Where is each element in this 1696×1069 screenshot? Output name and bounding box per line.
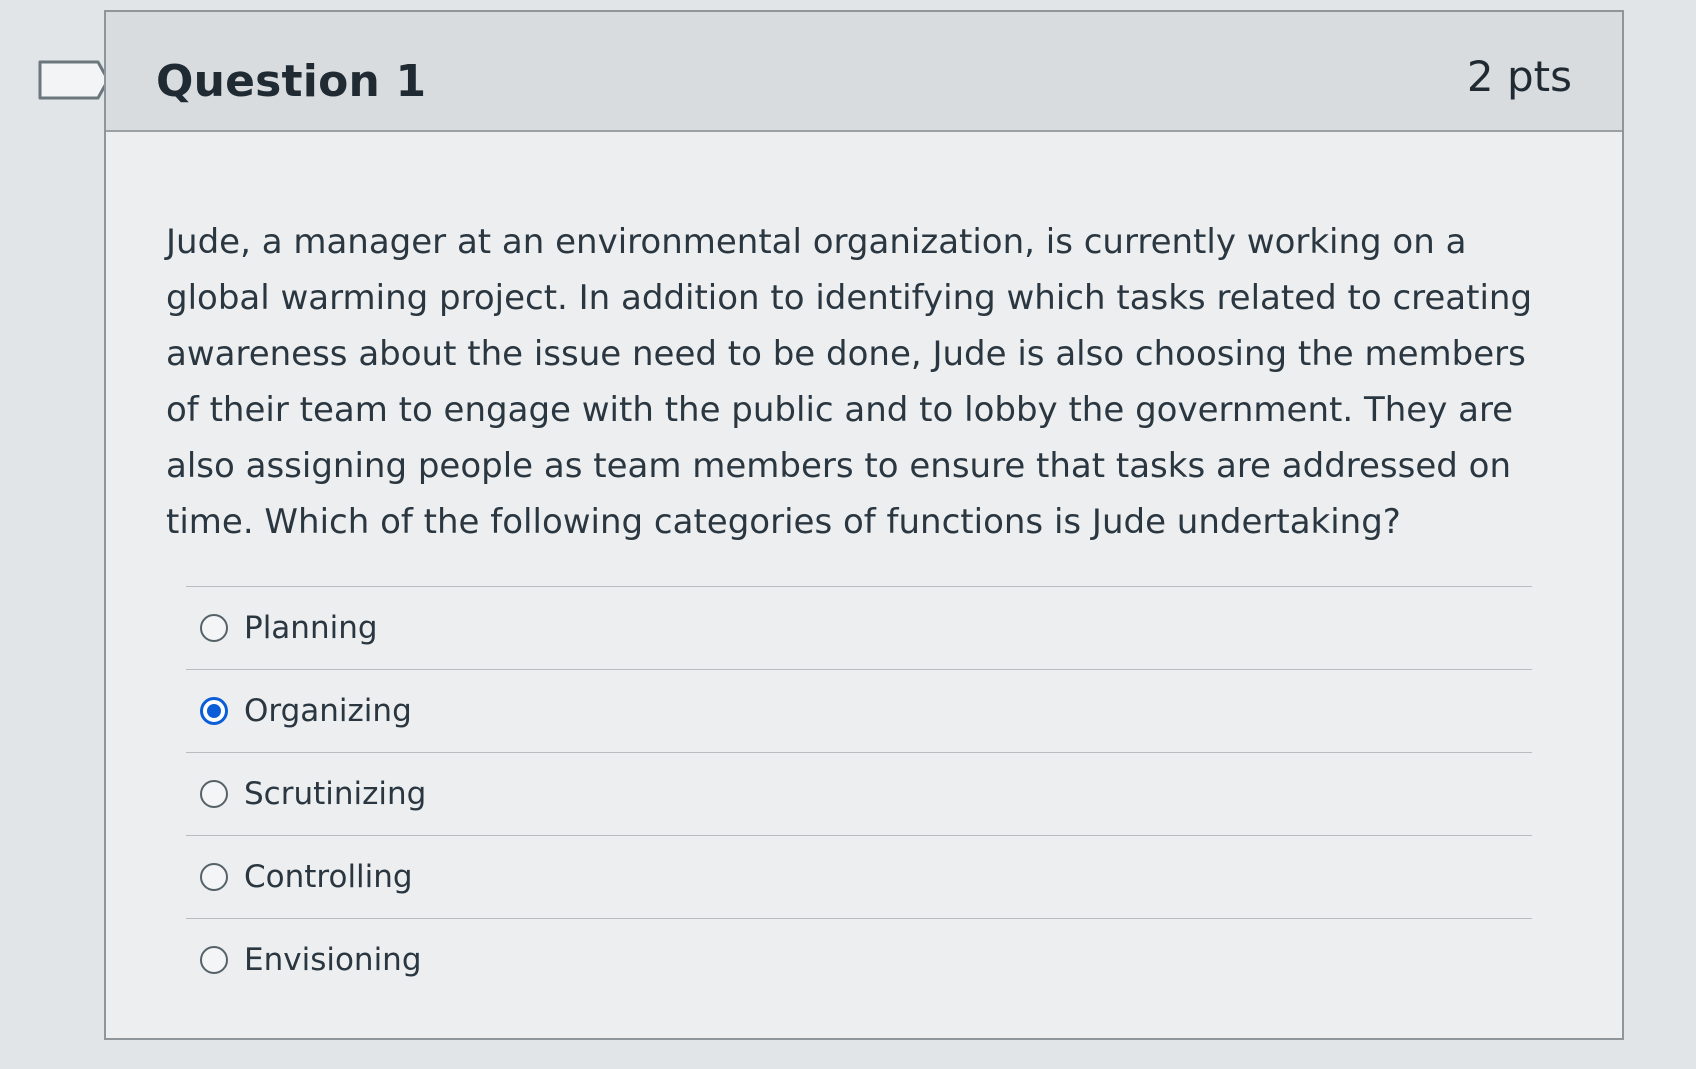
answer-label: Scrutinizing: [244, 776, 427, 812]
radio-button[interactable]: [200, 863, 228, 891]
radio-button[interactable]: [200, 946, 228, 974]
question-card: Question 1 2 pts Jude, a manager at an e…: [104, 10, 1624, 1040]
answer-label: Envisioning: [244, 942, 422, 978]
answer-label: Planning: [244, 610, 378, 646]
flag-question-icon[interactable]: [38, 60, 110, 100]
answer-option-controlling[interactable]: Controlling: [186, 836, 1532, 919]
question-title: Question 1: [156, 56, 427, 107]
radio-button-selected[interactable]: [200, 697, 228, 725]
answer-option-scrutinizing[interactable]: Scrutinizing: [186, 753, 1532, 836]
question-body: Jude, a manager at an environmental orga…: [106, 132, 1622, 1001]
answer-option-envisioning[interactable]: Envisioning: [186, 919, 1532, 1001]
radio-button[interactable]: [200, 780, 228, 808]
answer-list: Planning Organizing Scrutinizing Control…: [186, 586, 1532, 1001]
question-text: Jude, a manager at an environmental orga…: [166, 222, 1533, 542]
question-points: 2 pts: [1466, 52, 1572, 101]
answer-option-planning[interactable]: Planning: [186, 587, 1532, 670]
answer-option-organizing[interactable]: Organizing: [186, 670, 1532, 753]
question-header: Question 1 2 pts: [106, 12, 1622, 132]
answer-label: Organizing: [244, 693, 412, 729]
answer-label: Controlling: [244, 859, 413, 895]
radio-button[interactable]: [200, 614, 228, 642]
